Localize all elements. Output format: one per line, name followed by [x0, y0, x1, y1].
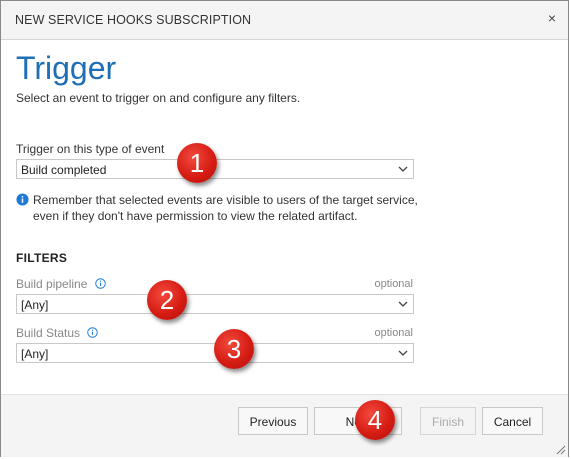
build-status-label: Build Status	[16, 326, 81, 340]
build-pipeline-select[interactable]: [Any]	[16, 294, 414, 314]
page-description: Select an event to trigger on and config…	[16, 91, 301, 105]
build-pipeline-optional: optional	[374, 278, 413, 290]
build-pipeline-value: [Any]	[21, 298, 49, 312]
build-status-optional: optional	[374, 327, 413, 339]
finish-button: Finish	[420, 407, 476, 435]
dialog-titlebar: NEW SERVICE HOOKS SUBSCRIPTION ×	[1, 1, 568, 40]
build-status-value: [Any]	[21, 347, 49, 361]
resize-grip-icon[interactable]	[554, 443, 566, 455]
visibility-notice-line-2: even if they don't have permission to vi…	[33, 209, 358, 223]
chevron-down-icon	[398, 350, 408, 356]
chevron-down-icon	[398, 166, 408, 172]
subscription-dialog: NEW SERVICE HOOKS SUBSCRIPTION × Trigger…	[0, 0, 569, 457]
info-icon	[16, 193, 29, 206]
info-icon[interactable]	[95, 278, 106, 289]
dialog-content: Trigger Select an event to trigger on an…	[1, 40, 568, 395]
previous-button[interactable]: Previous	[238, 407, 308, 435]
annotation-marker-1: 1	[177, 143, 217, 183]
cancel-button[interactable]: Cancel	[482, 407, 543, 435]
trigger-event-value: Build completed	[21, 163, 107, 177]
build-pipeline-label-row: Build pipeline	[16, 277, 106, 291]
chevron-down-icon	[398, 301, 408, 307]
filters-heading: FILTERS	[16, 251, 68, 265]
visibility-notice-line-1: Remember that selected events are visibl…	[33, 193, 418, 207]
annotation-marker-2: 2	[147, 280, 187, 320]
build-status-label-row: Build Status	[16, 326, 99, 340]
trigger-event-label: Trigger on this type of event	[16, 142, 165, 156]
dialog-title: NEW SERVICE HOOKS SUBSCRIPTION	[15, 13, 252, 27]
annotation-marker-4: 4	[355, 400, 395, 440]
info-icon[interactable]	[87, 327, 99, 338]
build-pipeline-label: Build pipeline	[16, 277, 88, 291]
annotation-marker-3: 3	[214, 329, 254, 369]
close-icon[interactable]: ×	[548, 11, 556, 25]
visibility-notice-text: Remember that selected events are visibl…	[33, 192, 423, 224]
dialog-footer: Previous Next Finish Cancel	[1, 395, 568, 457]
page-title: Trigger	[16, 50, 117, 86]
